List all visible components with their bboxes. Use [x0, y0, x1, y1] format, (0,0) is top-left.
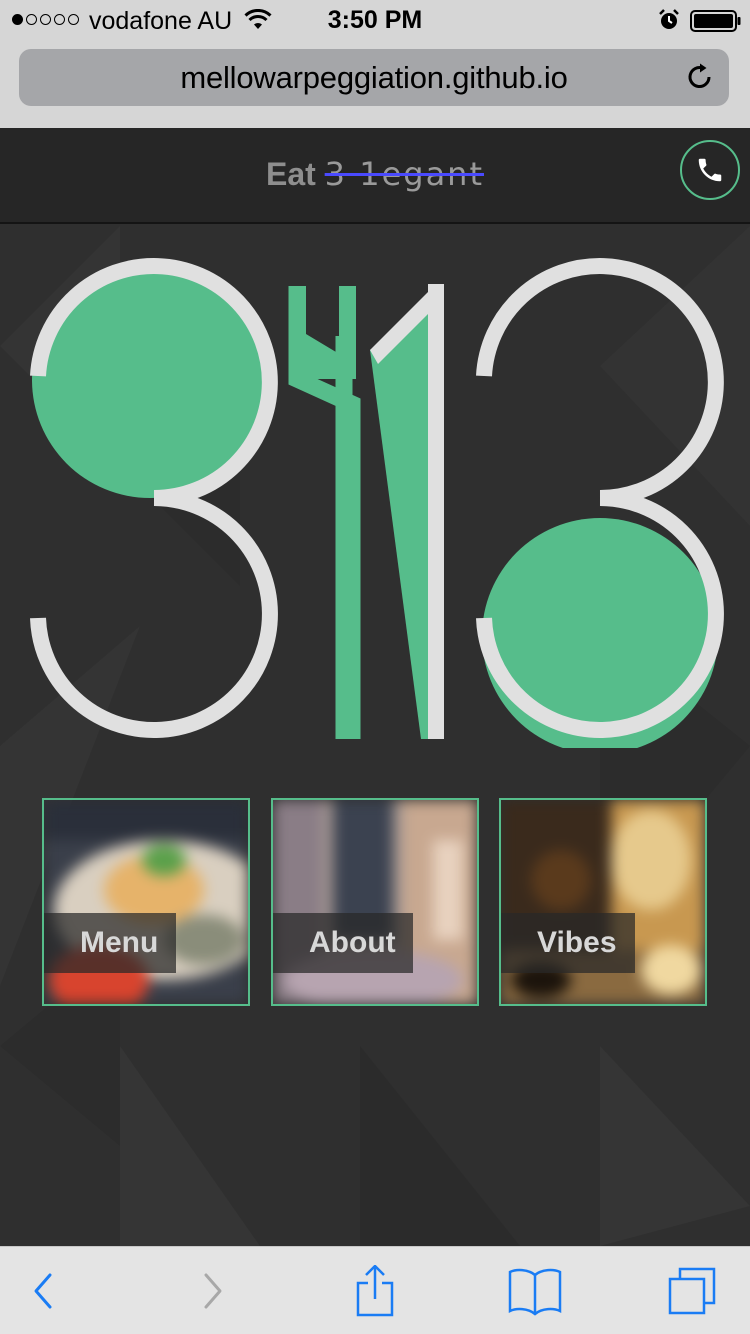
tile-menu[interactable]: Menu	[42, 798, 250, 1006]
url-text[interactable]: mellowarpeggiation.github.io	[19, 60, 729, 96]
address-bar[interactable]: mellowarpeggiation.github.io	[19, 49, 729, 106]
tile-vibes[interactable]: Vibes	[499, 798, 707, 1006]
nav-tiles: Menu About Vibes	[42, 798, 708, 1006]
share-icon[interactable]	[351, 1265, 399, 1317]
site-brand[interactable]: Eat 3 1egant	[0, 155, 750, 193]
battery-icon	[690, 10, 741, 32]
forward-icon[interactable]	[188, 1265, 236, 1317]
bookmarks-icon[interactable]	[506, 1265, 564, 1317]
tabs-icon[interactable]	[666, 1265, 720, 1317]
phone-icon	[698, 158, 722, 182]
tile-label-vibes[interactable]: Vibes	[501, 913, 635, 973]
call-button[interactable]	[680, 140, 740, 200]
brand-prefix: Eat	[265, 156, 316, 192]
hero-logo-3113	[30, 258, 724, 748]
browser-chrome: vodafone AU 3:50 PM mellowarpeggiation.g…	[0, 0, 750, 128]
reload-icon[interactable]	[685, 62, 715, 92]
back-icon[interactable]	[20, 1265, 68, 1317]
tile-label-about[interactable]: About	[273, 913, 413, 973]
tile-about[interactable]: About	[271, 798, 479, 1006]
site-header: Eat 3 1egant	[0, 128, 750, 224]
status-bar: vodafone AU 3:50 PM	[0, 0, 750, 42]
browser-toolbar	[0, 1246, 750, 1334]
brand-logotype: 3 1egant	[324, 155, 484, 193]
status-clock: 3:50 PM	[327, 6, 423, 34]
about-photo	[273, 800, 477, 1004]
main-content: Menu About Vibes	[0, 226, 750, 1246]
menu-photo	[44, 800, 248, 1004]
vibes-photo	[501, 800, 705, 1004]
alarm-clock-icon	[659, 9, 679, 29]
tile-label-menu[interactable]: Menu	[44, 913, 176, 973]
